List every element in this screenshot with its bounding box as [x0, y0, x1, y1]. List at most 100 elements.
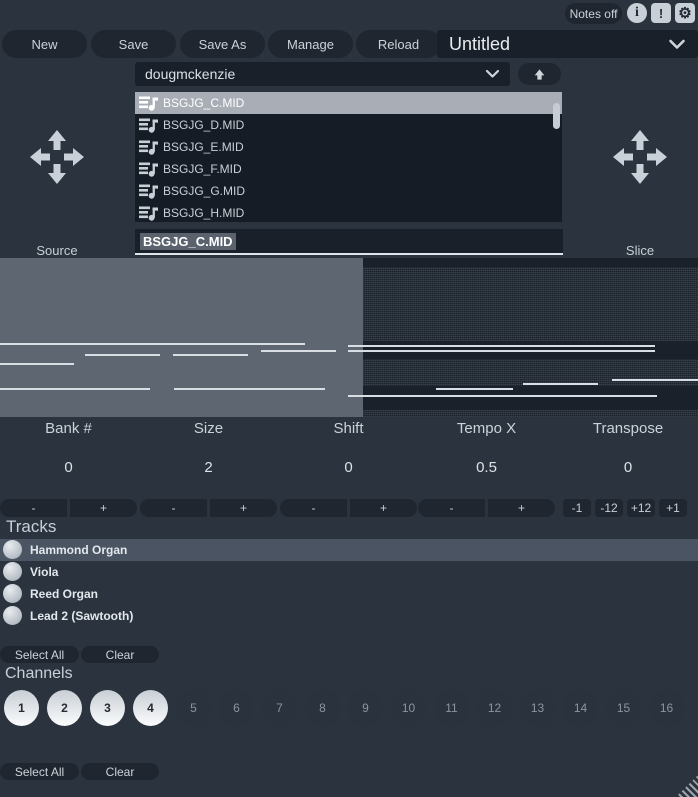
param-label: Bank # — [0, 420, 137, 437]
channel-button[interactable]: 6 — [219, 690, 254, 726]
track-row[interactable]: Reed Organ — [0, 583, 698, 605]
track-indicator[interactable] — [3, 606, 22, 625]
channel-button[interactable]: 16 — [649, 690, 684, 726]
file-label: BSGJG_H.MID — [163, 206, 244, 220]
transpose-button[interactable]: +1 — [659, 499, 687, 517]
midi-file-icon — [139, 96, 158, 111]
up-arrow-icon — [533, 68, 546, 81]
tracks-clear-button[interactable]: Clear — [81, 646, 159, 663]
channel-button[interactable]: 15 — [606, 690, 641, 726]
midi-display[interactable] — [0, 258, 698, 417]
transpose-button[interactable]: +12 — [627, 499, 655, 517]
info-icon[interactable]: i — [627, 3, 647, 23]
track-indicator[interactable] — [3, 584, 22, 603]
file-row[interactable]: BSGJG_H.MID — [135, 202, 562, 222]
midi-file-icon — [139, 184, 158, 199]
channel-button[interactable]: 1 — [4, 690, 39, 726]
manage-button[interactable]: Manage — [268, 30, 353, 58]
channel-button[interactable]: 10 — [391, 690, 426, 726]
param-minus-button[interactable]: - — [140, 499, 207, 517]
track-row[interactable]: Lead 2 (Sawtooth) — [0, 605, 698, 627]
preset-dropdown[interactable]: Untitled — [437, 30, 698, 58]
param-value: 0 — [0, 459, 137, 476]
reload-button[interactable]: Reload — [356, 30, 441, 58]
track-label: Hammond Organ — [30, 539, 127, 561]
gear-icon[interactable]: ⚙ — [675, 3, 695, 23]
chevron-down-icon — [668, 39, 686, 50]
note-segment — [348, 345, 655, 347]
display-band — [363, 386, 698, 410]
track-label: Reed Organ — [30, 583, 98, 605]
param-label: Tempo X — [418, 420, 555, 437]
file-label: BSGJG_F.MID — [163, 162, 242, 176]
tracks-title: Tracks — [6, 517, 56, 537]
channel-button[interactable]: 4 — [133, 690, 168, 726]
filename-input[interactable]: BSGJG_C.MID — [135, 229, 563, 255]
chevron-down-icon — [485, 69, 500, 79]
source-nav-pad[interactable] — [25, 125, 89, 189]
param-value: 0.5 — [418, 459, 555, 476]
file-list[interactable]: BSGJG_C.MID BSGJG_D.MID BSGJG_E.MID BSGJG_F… — [135, 92, 562, 222]
transpose-button[interactable]: -12 — [595, 499, 623, 517]
track-row[interactable]: Hammond Organ — [0, 539, 698, 561]
param-plus-button[interactable]: + — [488, 499, 555, 517]
note-segment — [85, 354, 160, 356]
channel-button[interactable]: 2 — [47, 690, 82, 726]
alert-icon[interactable]: ! — [651, 3, 671, 23]
param-minus-button[interactable]: - — [0, 499, 67, 517]
param-label: Transpose — [558, 420, 698, 437]
tracks-select-all-button[interactable]: Select All — [0, 646, 79, 663]
channel-button[interactable]: 12 — [477, 690, 512, 726]
file-row[interactable]: BSGJG_E.MID — [135, 136, 562, 158]
midi-file-icon — [139, 206, 158, 221]
scrollbar-thumb[interactable] — [553, 103, 560, 129]
folder-name: dougmckenzie — [145, 66, 235, 82]
track-row[interactable]: Viola — [0, 561, 698, 583]
param-plus-button[interactable]: + — [210, 499, 277, 517]
notes-off-button[interactable]: Notes off — [565, 3, 622, 24]
channel-button[interactable]: 7 — [262, 690, 297, 726]
param-transpose: Transpose0-1-12+12+1 — [558, 420, 698, 520]
file-row[interactable]: BSGJG_C.MID — [135, 92, 562, 114]
param-size: Size2-+ — [140, 420, 277, 520]
file-row[interactable]: BSGJG_G.MID — [135, 180, 562, 202]
channel-button[interactable]: 13 — [520, 690, 555, 726]
channel-button[interactable]: 8 — [305, 690, 340, 726]
channel-button[interactable]: 3 — [90, 690, 125, 726]
param-plus-button[interactable]: + — [350, 499, 417, 517]
note-segment — [523, 383, 598, 385]
note-segment — [0, 388, 150, 390]
file-label: BSGJG_G.MID — [163, 184, 245, 198]
folder-up-button[interactable] — [518, 63, 561, 85]
track-label: Viola — [30, 561, 58, 583]
param-minus-button[interactable]: - — [418, 499, 485, 517]
display-selection-region[interactable] — [0, 258, 363, 417]
file-row[interactable]: BSGJG_F.MID — [135, 158, 562, 180]
save-button[interactable]: Save — [91, 30, 176, 58]
channel-button[interactable]: 5 — [176, 690, 211, 726]
note-segment — [348, 395, 657, 397]
folder-dropdown[interactable]: dougmckenzie — [135, 62, 510, 86]
channels-select-all-button[interactable]: Select All — [0, 763, 79, 780]
channel-button[interactable]: 9 — [348, 690, 383, 726]
source-label: Source — [17, 243, 97, 258]
file-label: BSGJG_E.MID — [163, 140, 244, 154]
transpose-button[interactable]: -1 — [563, 499, 591, 517]
track-indicator[interactable] — [3, 540, 22, 559]
slice-nav-pad[interactable] — [608, 125, 672, 189]
file-label: BSGJG_D.MID — [163, 118, 244, 132]
params-panel: Bank #0-+Size2-+Shift0-+Tempo X0.5-+Tran… — [0, 420, 698, 520]
track-indicator[interactable] — [3, 562, 22, 581]
save-as-button[interactable]: Save As — [180, 30, 265, 58]
channels-clear-button[interactable]: Clear — [81, 763, 159, 780]
resize-grip[interactable] — [676, 775, 698, 797]
file-row[interactable]: BSGJG_D.MID — [135, 114, 562, 136]
param-tempo-x: Tempo X 0.5 -+ — [418, 420, 555, 520]
channel-button[interactable]: 11 — [434, 690, 469, 726]
param-minus-button[interactable]: - — [280, 499, 347, 517]
channels-title: Channels — [5, 665, 73, 683]
channel-button[interactable]: 14 — [563, 690, 598, 726]
new-button[interactable]: New — [2, 30, 87, 58]
param-plus-button[interactable]: + — [70, 499, 137, 517]
file-label: BSGJG_C.MID — [163, 96, 244, 110]
